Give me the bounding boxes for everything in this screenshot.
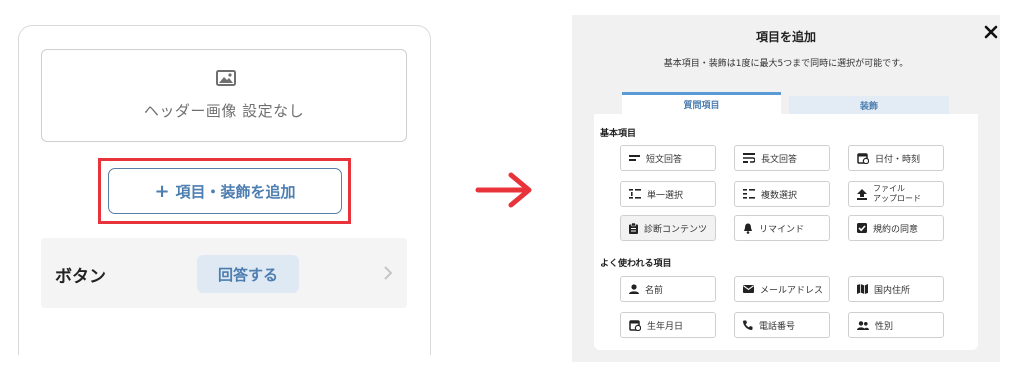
button-row-label: ボタン	[55, 267, 106, 287]
multi-select-icon	[743, 189, 755, 199]
item-multi-select[interactable]: 複数選択	[734, 181, 830, 207]
short-text-icon	[629, 155, 640, 161]
item-long-text[interactable]: 長文回答	[734, 145, 830, 171]
modal-subtitle: 基本項目・装飾は1度に最大5つまで同時に選択が可能です。	[663, 59, 909, 69]
image-icon	[216, 70, 236, 86]
long-text-icon	[743, 153, 755, 163]
calendar-clock-icon	[857, 153, 869, 164]
tab-questions[interactable]: 質問項目	[622, 92, 781, 114]
modal-title: 項目を追加	[755, 30, 816, 44]
header-image-label: ヘッダー画像 設定なし	[143, 102, 305, 120]
map-icon	[857, 284, 868, 294]
add-item-button[interactable]: + 項目・装飾を追加	[108, 168, 342, 214]
clipboard-icon	[629, 222, 638, 234]
checkbox-icon	[857, 223, 867, 233]
add-item-modal: 項目を追加 基本項目・装飾は1度に最大5つまで同時に選択が可能です。 質問項目 …	[572, 15, 1000, 362]
tab-decoration[interactable]: 装飾	[789, 96, 949, 114]
birthday-calendar-icon	[629, 320, 641, 331]
bell-icon	[744, 223, 752, 234]
item-diagnosis-content[interactable]: 診断コンテンツ	[620, 215, 716, 241]
item-address[interactable]: 国内住所	[848, 276, 944, 302]
close-icon[interactable]	[984, 25, 998, 39]
item-gender[interactable]: 性別	[848, 312, 944, 338]
item-email[interactable]: メールアドレス	[734, 276, 830, 302]
item-name[interactable]: 名前	[620, 276, 716, 302]
answer-button[interactable]: 回答する	[197, 255, 299, 293]
person-icon	[629, 284, 639, 294]
plus-icon: +	[154, 180, 170, 202]
people-icon	[857, 320, 869, 330]
item-short-text[interactable]: 短文回答	[620, 145, 716, 171]
upload-icon	[857, 188, 867, 200]
mail-icon	[743, 285, 754, 293]
item-single-select[interactable]: 単一選択	[620, 181, 716, 207]
common-section-label: よく使われる項目	[600, 259, 672, 269]
basic-section-label: 基本項目	[600, 129, 637, 139]
item-date-time[interactable]: 日付・時刻	[848, 145, 944, 171]
arrow-right-icon	[475, 172, 532, 208]
header-image-placeholder[interactable]: ヘッダー画像 設定なし	[41, 49, 407, 142]
item-remind[interactable]: リマインド	[734, 215, 830, 241]
add-item-button-label: 項目・装飾を追加	[175, 182, 296, 201]
item-phone[interactable]: 電話番号	[734, 312, 830, 338]
chevron-right-icon	[384, 266, 393, 280]
item-birthdate[interactable]: 生年月日	[620, 312, 716, 338]
button-settings-row[interactable]: ボタン 回答する	[41, 238, 407, 308]
single-select-icon	[629, 189, 641, 199]
item-terms-agreement[interactable]: 規約の同意	[848, 215, 944, 241]
item-file-upload[interactable]: ファイル アップロード	[848, 181, 944, 207]
phone-icon	[743, 320, 753, 330]
